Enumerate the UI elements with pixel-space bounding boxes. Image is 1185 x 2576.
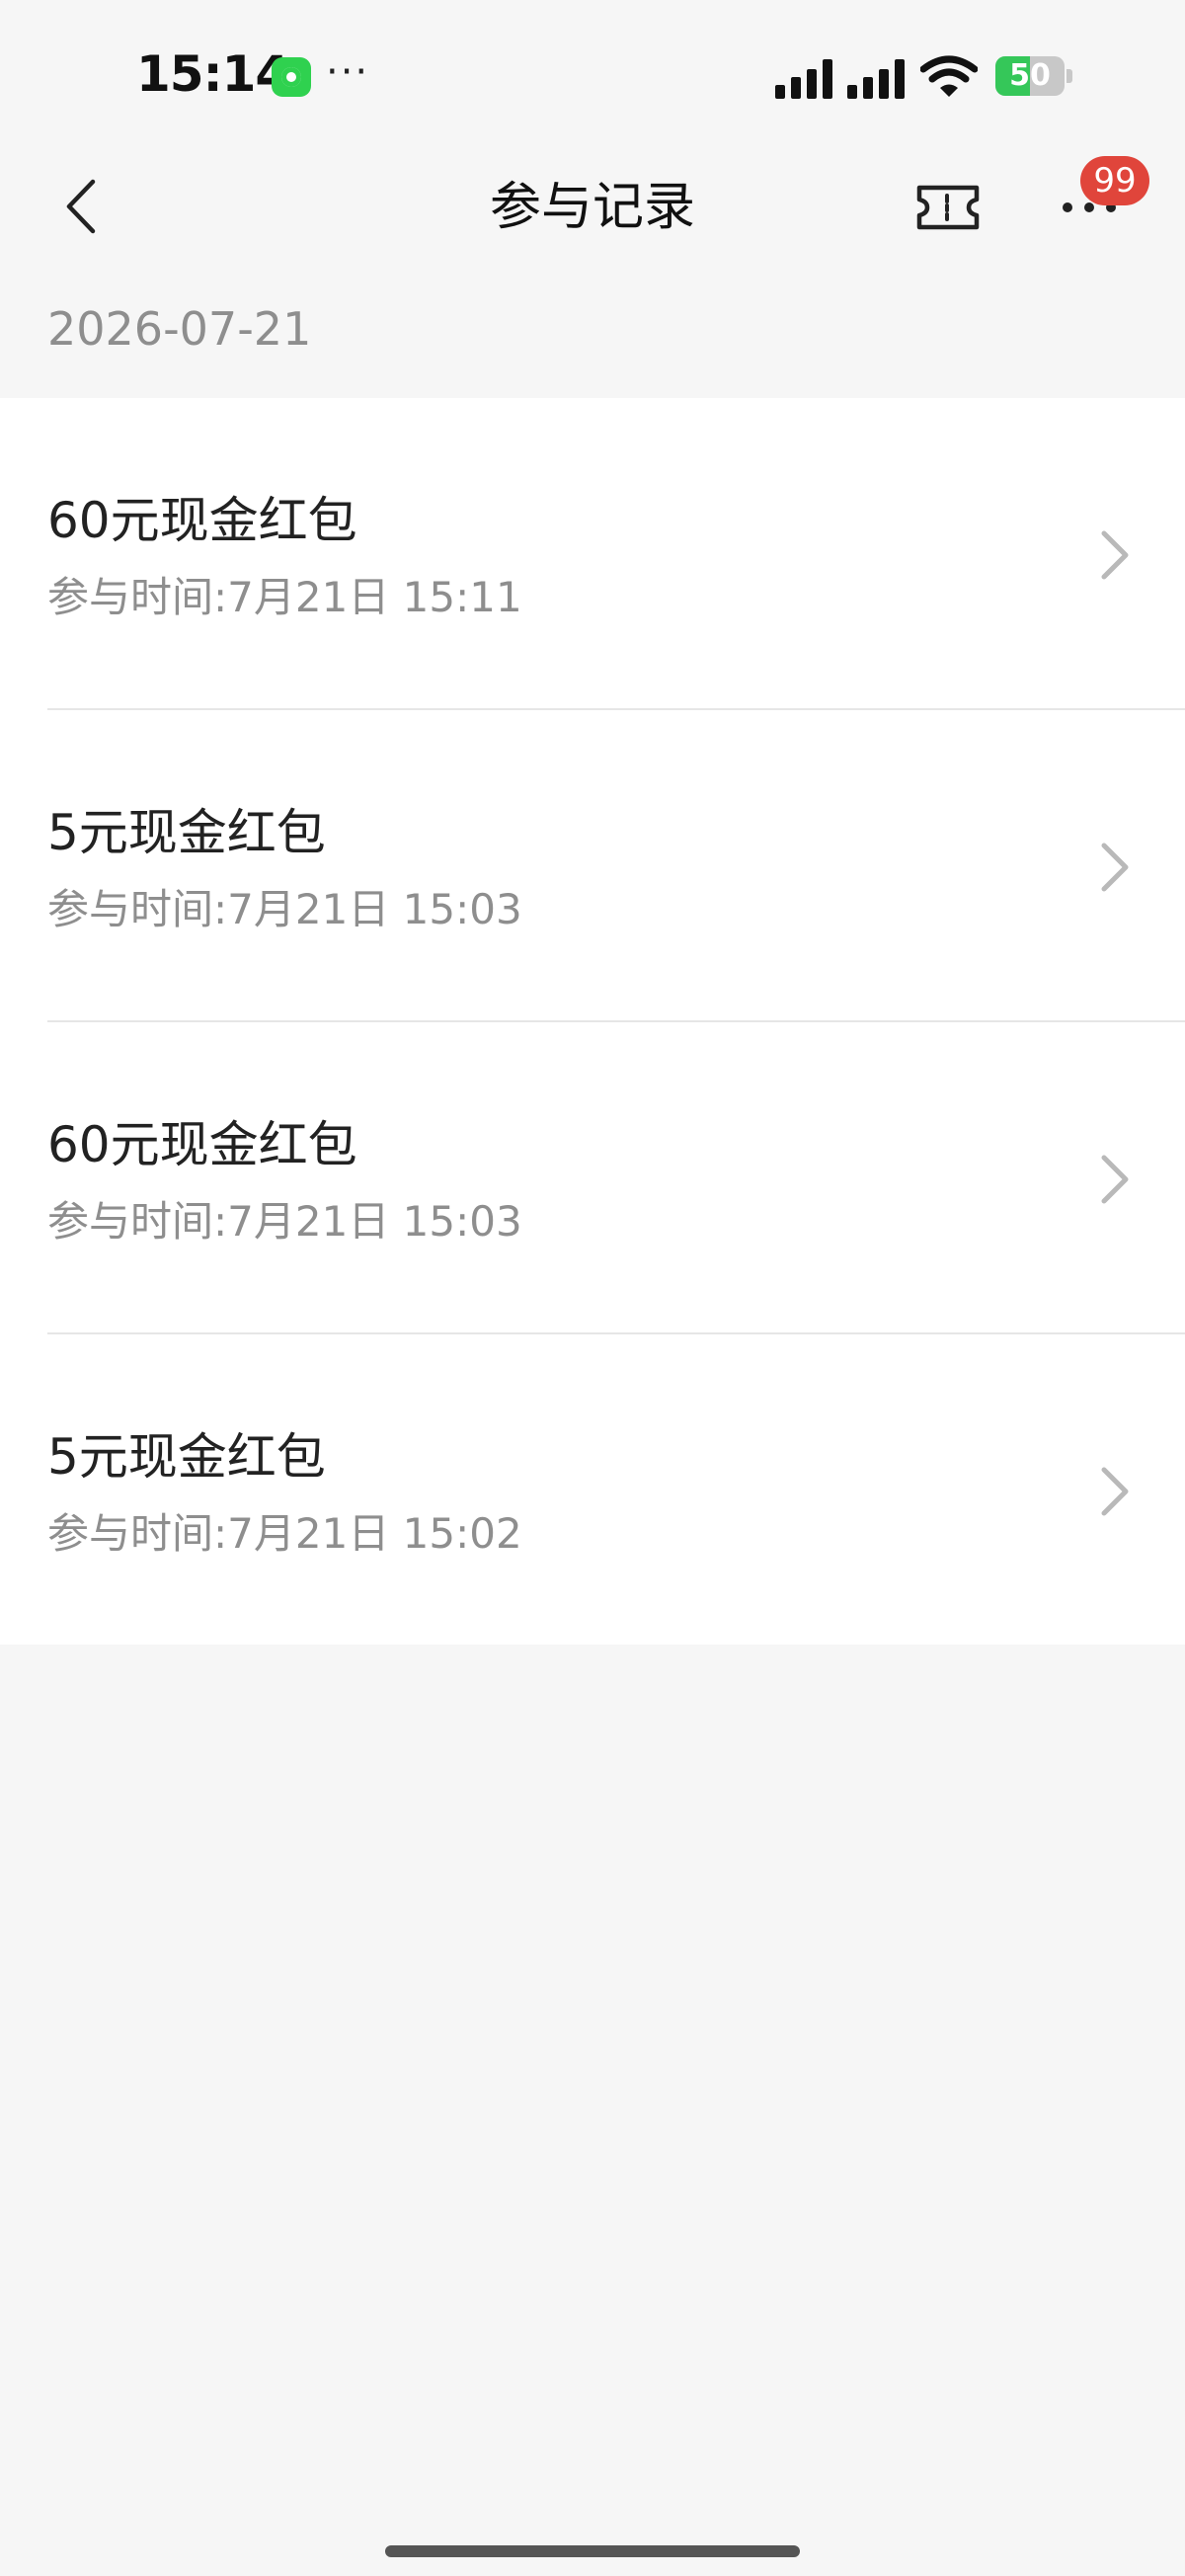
page-title: 参与记录: [489, 178, 695, 237]
chevron-right-icon: [1101, 530, 1129, 580]
list-item[interactable]: 5元现金红包 参与时间:7月21日 15:03: [0, 710, 1185, 1022]
list-item[interactable]: 5元现金红包 参与时间:7月21日 15:02: [0, 1334, 1185, 1647]
chevron-right-icon: [1101, 1467, 1129, 1516]
record-title: 60元现金红包: [47, 1116, 357, 1173]
battery-label: 50: [1009, 58, 1051, 93]
list-item[interactable]: 60元现金红包 参与时间:7月21日 15:11: [0, 398, 1185, 710]
cellular-signal-icon: [775, 59, 836, 99]
chevron-right-icon: [1101, 843, 1129, 892]
home-indicator[interactable]: [385, 2545, 800, 2557]
chevron-right-icon: [1101, 1155, 1129, 1204]
record-time: 参与时间:7月21日 15:02: [47, 1509, 522, 1558]
record-time: 参与时间:7月21日 15:03: [47, 885, 522, 933]
ticket-icon[interactable]: [913, 178, 983, 237]
record-time: 参与时间:7月21日 15:11: [47, 573, 522, 621]
back-button[interactable]: [49, 172, 118, 241]
wifi-icon: [920, 55, 978, 97]
messaging-app-icon: [272, 57, 311, 97]
battery-tip: [1066, 69, 1072, 83]
status-bar: 15:14 ··· 50: [0, 0, 1185, 148]
notification-badge: 99: [1080, 156, 1149, 205]
date-header: 2026-07-21: [47, 302, 312, 356]
status-more-icon: ···: [326, 49, 370, 95]
nav-bar: 参与记录: [0, 148, 1185, 267]
record-list: 60元现金红包 参与时间:7月21日 15:11 5元现金红包 参与时间:7月2…: [0, 398, 1185, 1645]
record-title: 5元现金红包: [47, 804, 326, 861]
list-item[interactable]: 60元现金红包 参与时间:7月21日 15:03: [0, 1022, 1185, 1334]
cellular-signal-2-icon: [847, 59, 908, 99]
status-time: 15:14: [136, 45, 289, 103]
record-time: 参与时间:7月21日 15:03: [47, 1197, 522, 1246]
record-title: 60元现金红包: [47, 492, 357, 549]
record-title: 5元现金红包: [47, 1428, 326, 1486]
battery-icon: 50: [995, 56, 1065, 96]
